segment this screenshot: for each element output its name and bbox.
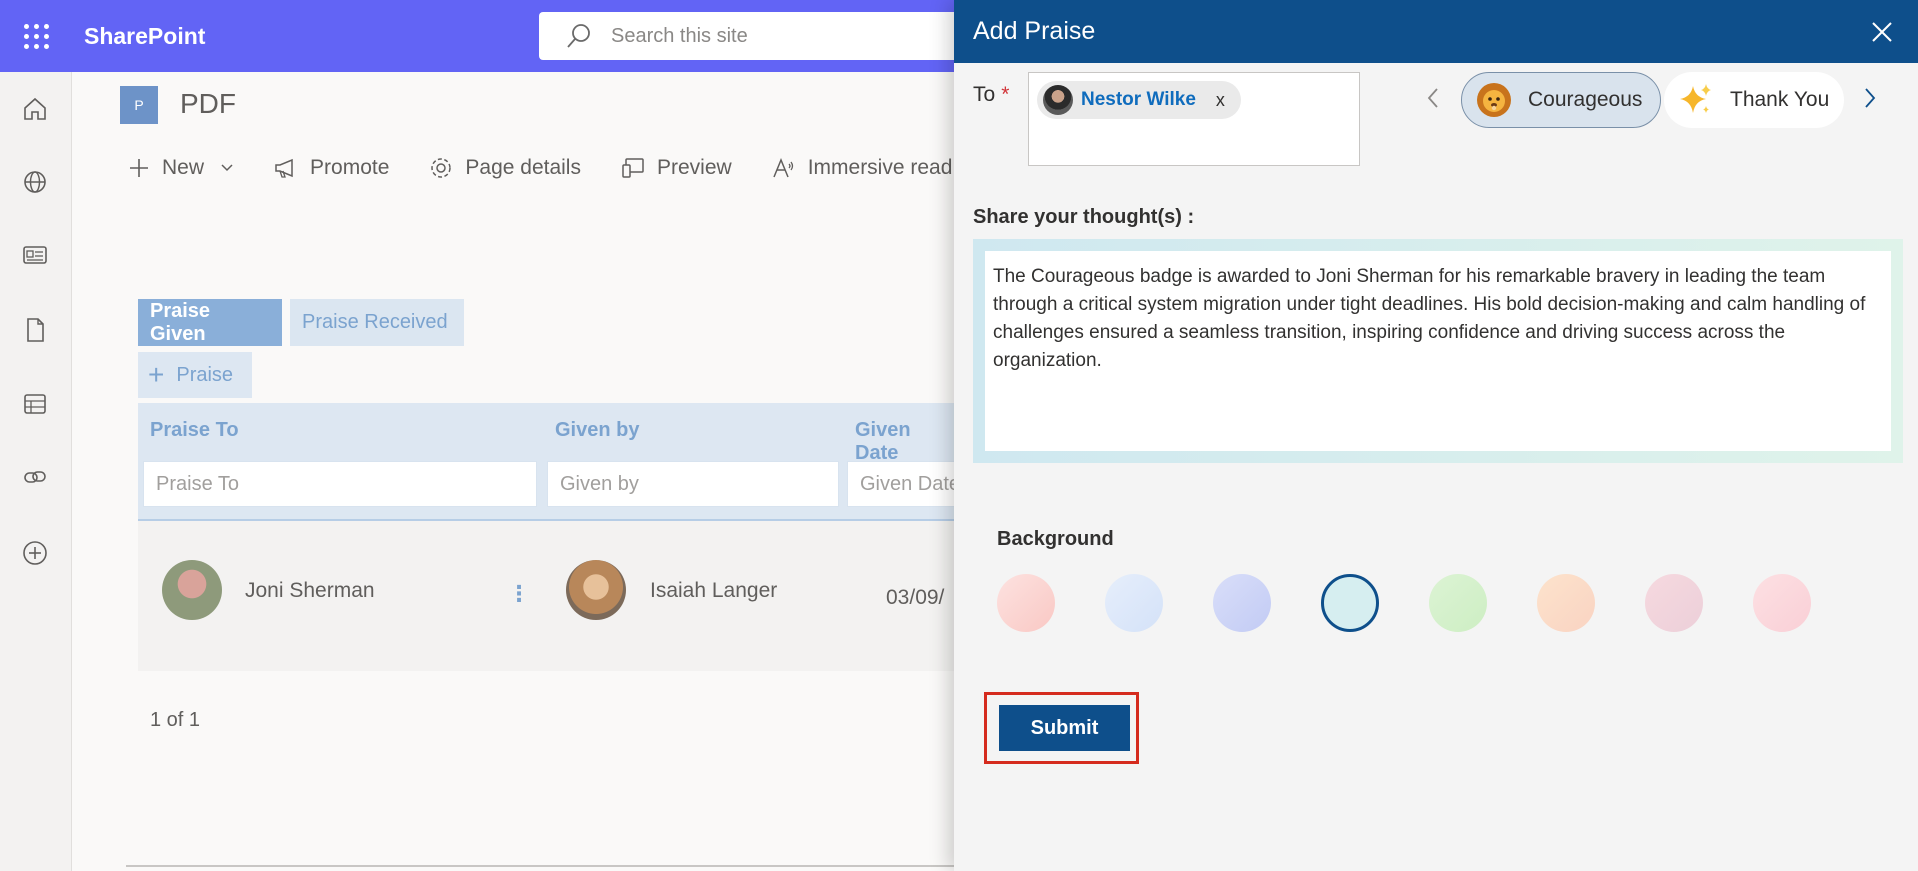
new-button[interactable]: New [128,156,234,180]
recipient-picker[interactable]: Nestor Wilke x [1028,72,1360,166]
thought-preview-card: The Courageous badge is awarded to Joni … [973,239,1903,463]
thought-textarea[interactable]: The Courageous badge is awarded to Joni … [985,251,1891,451]
preview-icon [622,158,644,178]
background-label: Background [997,528,1114,550]
divider [126,865,956,867]
close-icon[interactable] [1870,20,1894,44]
praise-to-name: Joni Sherman [245,579,375,602]
background-swatch[interactable] [1429,574,1487,632]
search-box[interactable]: Search this site [539,12,959,60]
background-swatch[interactable] [1645,574,1703,632]
background-swatch[interactable] [1753,574,1811,632]
filter-given-by[interactable]: Given by [547,461,839,507]
brand-link[interactable]: SharePoint [84,23,205,50]
chevron-right-icon[interactable] [1861,86,1879,110]
add-praise-button[interactable]: + Praise [138,352,252,398]
page-details-label: Page details [465,156,581,179]
avatar [566,560,626,620]
plus-icon [130,159,148,177]
given-by-name: Isaiah Langer [650,579,778,602]
search-icon [567,24,590,48]
chevron-down-icon [221,164,233,172]
app-launcher-button[interactable] [0,0,72,72]
background-swatch[interactable] [1105,574,1163,632]
required-mark: * [1001,83,1010,106]
praise-grid-header: Praise To Given by Given Date Praise To … [138,403,997,521]
badge-courageous[interactable]: Courageous [1461,72,1661,128]
to-label: To * [973,83,1009,107]
given-date: 03/09/ [886,586,945,609]
search-placeholder: Search this site [611,24,748,47]
column-header-given-date[interactable]: Given Date [855,419,958,465]
left-rail [0,72,72,871]
share-thoughts-label: Share your thought(s) : [973,206,1195,228]
background-swatch[interactable] [1321,574,1379,632]
avatar [1043,85,1073,115]
promote-label: Promote [310,156,390,179]
immersive-reader-icon [772,158,793,178]
megaphone-icon [275,158,293,178]
add-praise-panel: Add Praise To * Nestor Wilke x Courageous [954,0,1918,871]
background-swatch[interactable] [1213,574,1271,632]
background-swatch[interactable] [1537,574,1595,632]
command-bar: New Promote Page details Preview Immersi… [128,156,992,180]
preview-label: Preview [656,156,732,179]
pager-text: 1 of 1 [150,709,201,731]
panel-header: Add Praise [954,0,1918,63]
tab-praise-given[interactable]: Praise Given [138,299,282,346]
new-label: New [162,156,205,179]
list-icon[interactable] [20,389,50,419]
add-praise-label: Praise [176,363,234,386]
more-options-icon[interactable]: ⋮ [508,581,530,607]
recipient-name: Nestor Wilke [1081,89,1196,110]
globe-icon[interactable] [20,167,50,197]
sparkles-emoji [1680,84,1711,113]
avatar [162,560,222,620]
lion-emoji [1477,83,1511,117]
chevron-left-icon[interactable] [1424,86,1442,110]
recipient-chip[interactable]: Nestor Wilke x [1037,81,1241,119]
submit-highlight: Submit [984,692,1139,764]
badge-thank-you[interactable]: Thank You [1664,72,1844,128]
waffle-icon [23,23,49,49]
preview-button[interactable]: Preview [621,156,732,180]
plus-icon: + [148,359,165,390]
badge-courageous-label: Courageous [1528,88,1643,111]
panel-title: Add Praise [973,17,1096,45]
link-icon[interactable] [20,462,50,492]
site-title[interactable]: PDF [180,88,236,120]
table-row[interactable]: Joni Sherman ⋮ Isaiah Langer 03/09/ [138,521,958,671]
home-icon[interactable] [20,94,50,124]
tab-praise-received[interactable]: Praise Received [290,299,464,346]
filter-praise-to[interactable]: Praise To [143,461,537,507]
column-header-given-by[interactable]: Given by [555,419,639,442]
document-icon[interactable] [20,315,50,345]
add-icon[interactable] [20,538,50,568]
badge-thank-you-label: Thank You [1730,88,1830,111]
immersive-reader-label: Immersive read [807,156,953,179]
column-header-praise-to[interactable]: Praise To [150,419,239,442]
to-label-text: To [973,83,996,106]
page-details-button[interactable]: Page details [429,156,581,180]
background-swatch[interactable] [997,574,1055,632]
site-logo[interactable]: P [120,86,158,124]
gear-icon [431,158,452,178]
submit-button[interactable]: Submit [999,705,1130,751]
immersive-reader-button[interactable]: Immersive read [772,156,953,180]
promote-button[interactable]: Promote [274,156,389,180]
news-icon[interactable] [20,240,50,270]
remove-recipient-button[interactable]: x [1216,90,1225,111]
